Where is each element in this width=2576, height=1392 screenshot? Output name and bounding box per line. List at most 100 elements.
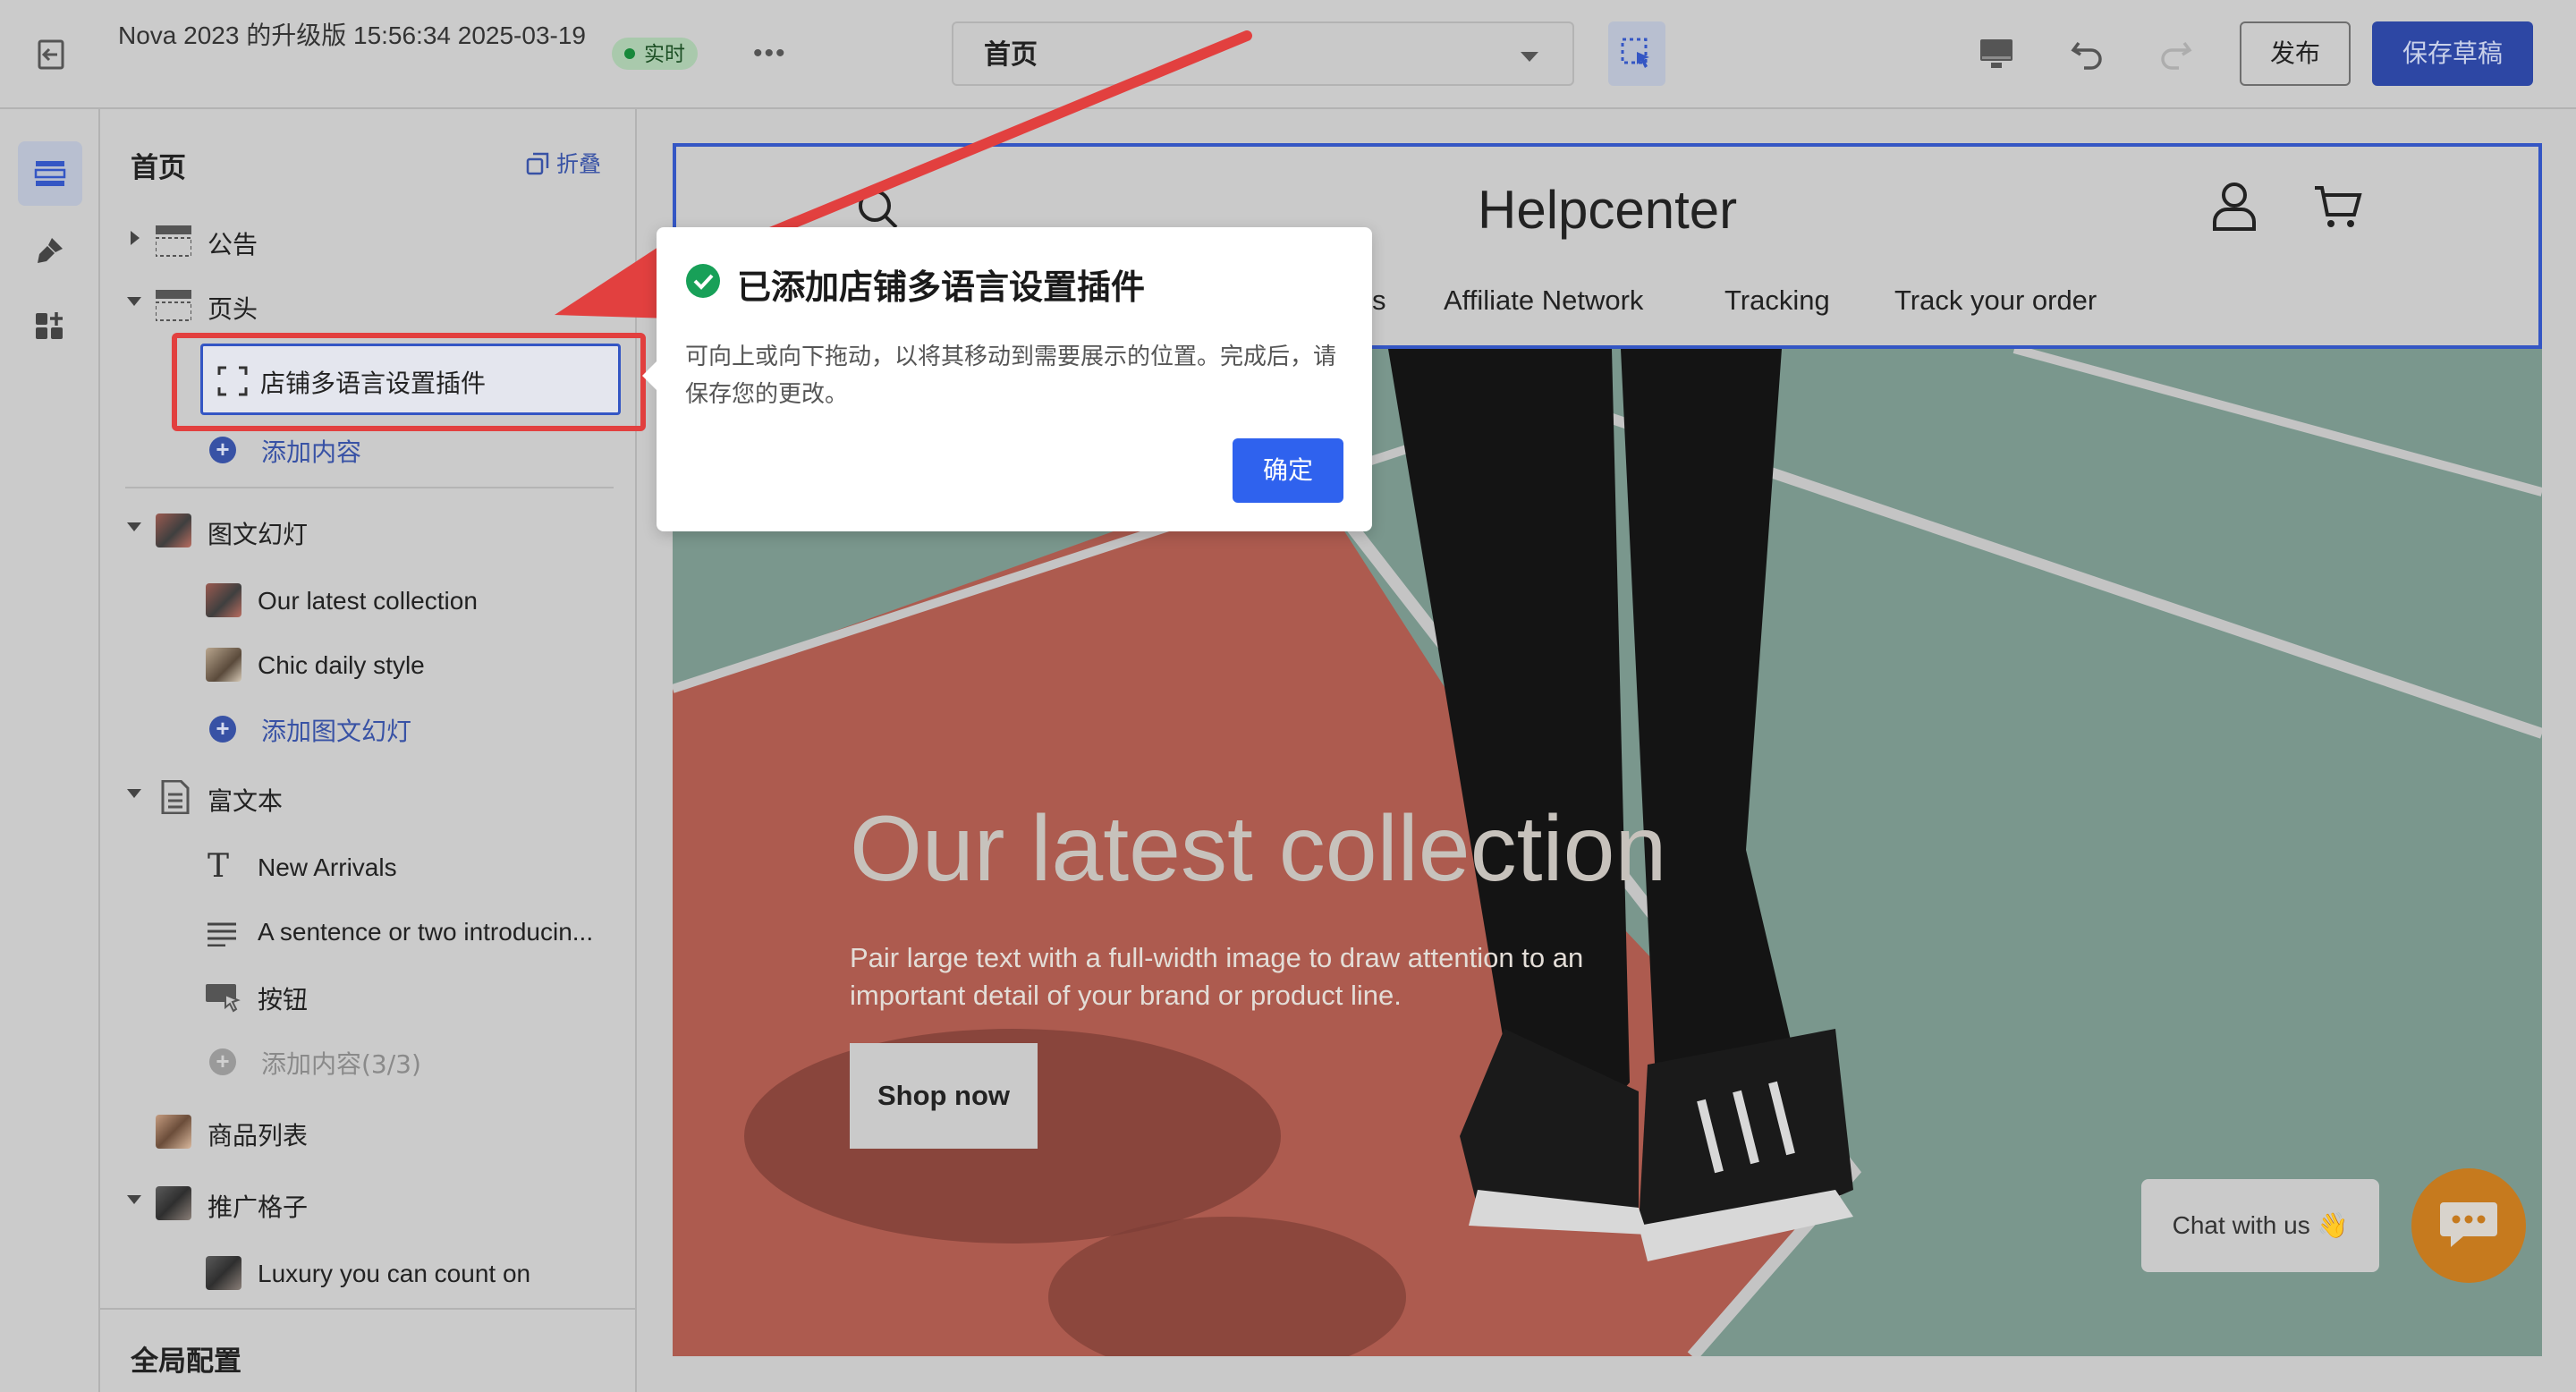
collapse-icon — [526, 152, 549, 175]
collapse-label: 折叠 — [556, 151, 602, 177]
chevron-down-icon — [127, 297, 141, 306]
desktop-preview-button[interactable] — [1973, 30, 2020, 77]
sidebar-item-label: A sentence or two introducin... — [258, 918, 594, 946]
sidebar-item-product-list[interactable]: 商品列表 — [100, 1102, 637, 1159]
sidebar-item-label: 按钮 — [258, 985, 309, 1014]
divider — [125, 487, 614, 488]
chevron-down-icon — [127, 522, 141, 531]
rail-apps-button[interactable] — [18, 293, 82, 358]
sidebar-item-paragraph-block[interactable]: A sentence or two introducin... — [100, 902, 637, 959]
live-status-badge: 实时 — [612, 38, 698, 70]
slide-thumbnail — [206, 583, 242, 617]
nav-link-partial[interactable]: s — [1372, 284, 1386, 317]
nav-link-track-order[interactable]: Track your order — [1894, 284, 2097, 317]
chat-launcher-button[interactable] — [2411, 1168, 2526, 1283]
shop-now-button[interactable]: Shop now — [850, 1043, 1038, 1149]
publish-button[interactable]: 发布 — [2240, 21, 2351, 86]
plus-icon: + — [209, 716, 236, 743]
sidebar-item-label: 富文本 — [208, 786, 284, 816]
page-select[interactable]: 首页 — [952, 21, 1574, 86]
plus-icon: + — [209, 1048, 236, 1075]
add-slide-button[interactable]: + 添加图文幻灯 — [100, 698, 637, 755]
chevron-down-icon — [127, 789, 141, 798]
search-icon[interactable] — [855, 186, 902, 233]
sections-icon — [34, 161, 66, 186]
inspect-cursor-icon — [1621, 38, 1649, 68]
undo-button[interactable] — [2064, 30, 2111, 77]
popover-title: 已添加店铺多语言设置插件 — [737, 267, 1146, 307]
more-icon[interactable]: ••• — [753, 36, 787, 72]
exit-icon — [38, 39, 64, 70]
sidebar-item-slide-1[interactable]: Our latest collection — [100, 571, 637, 628]
chevron-down-icon — [1521, 52, 1538, 62]
product-list-thumbnail — [156, 1115, 191, 1149]
document-icon — [161, 780, 190, 814]
sidebar-item-button-block[interactable]: 按钮 — [100, 966, 637, 1023]
sidebar-item-label: 页头 — [208, 294, 258, 324]
desktop-icon — [1980, 39, 2012, 68]
nav-link-tracking[interactable]: Tracking — [1724, 284, 1830, 317]
sidebar-item-label: New Arrivals — [258, 853, 397, 881]
add-content-disabled-label: 添加内容(3/3) — [261, 1049, 421, 1079]
sidebar-item-label: Our latest collection — [258, 587, 478, 615]
left-rail — [0, 109, 100, 1392]
rail-sections-button[interactable] — [18, 141, 82, 206]
plus-icon: + — [209, 437, 236, 463]
promo-grid-thumbnail — [156, 1186, 191, 1220]
account-icon[interactable] — [2211, 181, 2258, 231]
check-circle-icon — [686, 264, 720, 298]
confirm-button[interactable]: 确定 — [1233, 438, 1343, 503]
text-icon: T — [208, 848, 230, 885]
section-header-icon — [156, 290, 191, 321]
exit-editor-button[interactable] — [30, 34, 73, 75]
section-header-icon — [156, 225, 191, 257]
inspect-button[interactable] — [1608, 21, 1665, 86]
save-draft-button[interactable]: 保存草稿 — [2372, 21, 2533, 86]
divider — [100, 1308, 637, 1310]
chat-prompt-bubble[interactable]: Chat with us 👋 — [2141, 1179, 2379, 1272]
chevron-right-icon — [131, 231, 140, 245]
global-config-heading[interactable]: 全局配置 — [131, 1338, 242, 1379]
sidebar-item-promo-grid[interactable]: 推广格子 — [100, 1174, 637, 1231]
undo-icon — [2071, 41, 2102, 70]
button-block-icon — [206, 984, 241, 1013]
collapse-button[interactable]: 折叠 — [526, 147, 601, 179]
sidebar-item-label: 公告 — [208, 230, 258, 259]
nav-link-affiliate-network[interactable]: Affiliate Network — [1444, 284, 1643, 317]
theme-brush-icon — [38, 238, 63, 263]
chat-icon — [2440, 1202, 2497, 1247]
add-content-disabled-button[interactable]: + 添加内容(3/3) — [100, 1031, 637, 1088]
sidebar-item-heading-block[interactable]: T New Arrivals — [100, 837, 637, 895]
popover-body: 可向上或向下拖动，以将其移动到需要展示的位置。完成后，请保存您的更改。 — [685, 344, 1337, 408]
sidebar-item-header[interactable]: 页头 — [100, 276, 637, 333]
add-content-label: 添加内容 — [261, 437, 362, 467]
top-bar: Nova 2023 的升级版 15:56:34 2025-03-19 实时 ••… — [0, 0, 2576, 109]
sidebar-item-slide-2[interactable]: Chic daily style — [100, 635, 637, 692]
page-select-value: 首页 — [984, 40, 1038, 70]
slideshow-thumbnail — [156, 514, 191, 547]
sidebar-item-label: Chic daily style — [258, 651, 425, 679]
sidebar-item-label: Luxury you can count on — [258, 1260, 531, 1287]
cart-icon[interactable] — [2313, 184, 2363, 231]
sidebar-item-promo-block[interactable]: Luxury you can count on — [100, 1243, 637, 1301]
hero-subtitle: Pair large text with a full-width image … — [850, 942, 1584, 1011]
paragraph-icon — [208, 922, 236, 946]
plugin-added-popover: 已添加店铺多语言设置插件 可向上或向下拖动，以将其移动到需要展示的位置。完成后，… — [642, 227, 1372, 531]
sections-sidebar: 首页 折叠 公告 页头 店铺多语言设置插件 + 添加内容 图文幻灯 Our la… — [100, 109, 646, 1392]
slide-thumbnail — [206, 648, 242, 682]
annotation-highlight-box — [172, 333, 646, 431]
store-logo[interactable]: Helpcenter — [1478, 179, 1737, 241]
redo-icon — [2161, 41, 2192, 70]
add-content-button[interactable]: + 添加内容 — [100, 419, 637, 476]
sidebar-item-label: 推广格子 — [208, 1193, 309, 1222]
hero-title: Our latest collection — [850, 797, 1667, 901]
promo-thumbnail — [206, 1256, 242, 1290]
sidebar-item-announcement[interactable]: 公告 — [100, 211, 637, 268]
sidebar-title: 首页 — [131, 152, 186, 184]
theme-title: Nova 2023 的升级版 15:56:34 2025-03-19 — [118, 21, 586, 49]
chevron-down-icon — [127, 1195, 141, 1204]
redo-button[interactable] — [2152, 30, 2199, 77]
rail-theme-button[interactable] — [18, 218, 82, 283]
sidebar-item-slideshow[interactable]: 图文幻灯 — [100, 501, 637, 558]
sidebar-item-rich-text[interactable]: 富文本 — [100, 768, 637, 825]
